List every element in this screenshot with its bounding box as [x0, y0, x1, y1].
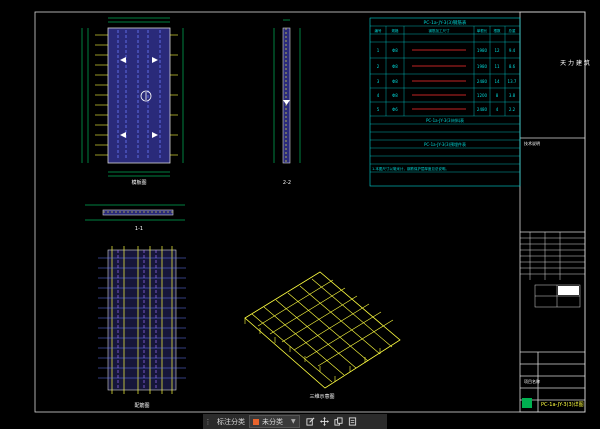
section-1-1-label: 1-1: [135, 226, 143, 232]
header-count: 根数: [494, 28, 502, 33]
row1-len: 1980: [477, 48, 488, 53]
row2-len: 1980: [477, 64, 488, 69]
chevron-down-icon: ▼: [291, 418, 296, 425]
company-name: 天 力 建 筑: [560, 59, 590, 67]
move-icon[interactable]: [318, 415, 332, 428]
project-label: 项目名称: [524, 378, 540, 384]
row5-n: 4: [496, 107, 499, 112]
row2-wt: 8.6: [509, 64, 516, 69]
row3-spec: Φ8: [392, 79, 398, 84]
row3-n: 14: [494, 79, 500, 84]
row2-id: 2: [377, 64, 380, 69]
header-weight: 总重: [509, 28, 517, 33]
copy-icon[interactable]: [332, 415, 346, 428]
row3-wt: 13.7: [508, 79, 517, 84]
row5-wt: 2.2: [509, 107, 516, 112]
row2-n: 11: [494, 64, 500, 69]
header-spec: 规格: [392, 28, 400, 33]
material-table-title: PC-1a-JY-3(3)材料表: [426, 117, 464, 123]
header-id: 编号: [375, 28, 383, 33]
row5-len: 2480: [477, 107, 488, 112]
embed-table-title: PC-1a-JY-3(3)预埋件表: [424, 141, 466, 147]
download-icon[interactable]: [346, 415, 360, 428]
drawing-canvas[interactable]: 模板图 2-2 1-1 配筋图 三维示意图 PC-1a-JY-3(3)钢筋表 编…: [0, 0, 600, 429]
row4-spec: Φ8: [392, 93, 398, 98]
edit-icon[interactable]: [304, 415, 318, 428]
row3-id: 3: [377, 79, 380, 84]
rebar-plan-label: 配筋图: [134, 402, 149, 409]
row5-spec: Φ6: [392, 107, 398, 112]
header-length: 单根长: [477, 28, 488, 33]
row1-spec: Φ8: [392, 48, 398, 53]
toolbar-label: 标注分类: [217, 417, 245, 426]
row5-id: 5: [377, 107, 380, 112]
tech-note-label: 技术说明: [524, 140, 540, 146]
table-notes: 1.本图尺寸以毫米计，钢筋保护层厚度见总说明。: [372, 166, 449, 171]
row3-len: 2480: [477, 79, 488, 84]
title-block-fill: [558, 286, 579, 295]
row2-spec: Φ8: [392, 64, 398, 69]
header-shape: 钢筋加工尺寸: [429, 28, 450, 33]
row4-wt: 3.8: [509, 93, 516, 98]
plan-view-label: 模板图: [131, 179, 146, 186]
row1-wt: 9.4: [509, 48, 516, 53]
row1-n: 12: [494, 48, 500, 53]
annotation-toolbar: ⋮ 标注分类 未分类 ▼: [203, 414, 387, 429]
section-2-2-label: 2-2: [283, 180, 291, 186]
row1-id: 1: [377, 48, 380, 53]
rebar-plan: 配筋图: [98, 246, 186, 409]
title-block-logo: [522, 398, 532, 408]
drag-handle-icon[interactable]: ⋮: [203, 414, 213, 429]
drawing-name: PC-1a-JY-3(3)详图: [541, 401, 584, 408]
row4-id: 4: [377, 93, 380, 98]
category-color-swatch: [253, 418, 259, 425]
isometric-label: 三维示意图: [309, 393, 334, 400]
row4-len: 1200: [477, 93, 488, 98]
category-value: 未分类: [262, 417, 283, 426]
rebar-table-title: PC-1a-JY-3(3)钢筋表: [424, 19, 467, 26]
row4-n: 8: [496, 93, 499, 98]
category-select[interactable]: 未分类 ▼: [249, 415, 300, 428]
